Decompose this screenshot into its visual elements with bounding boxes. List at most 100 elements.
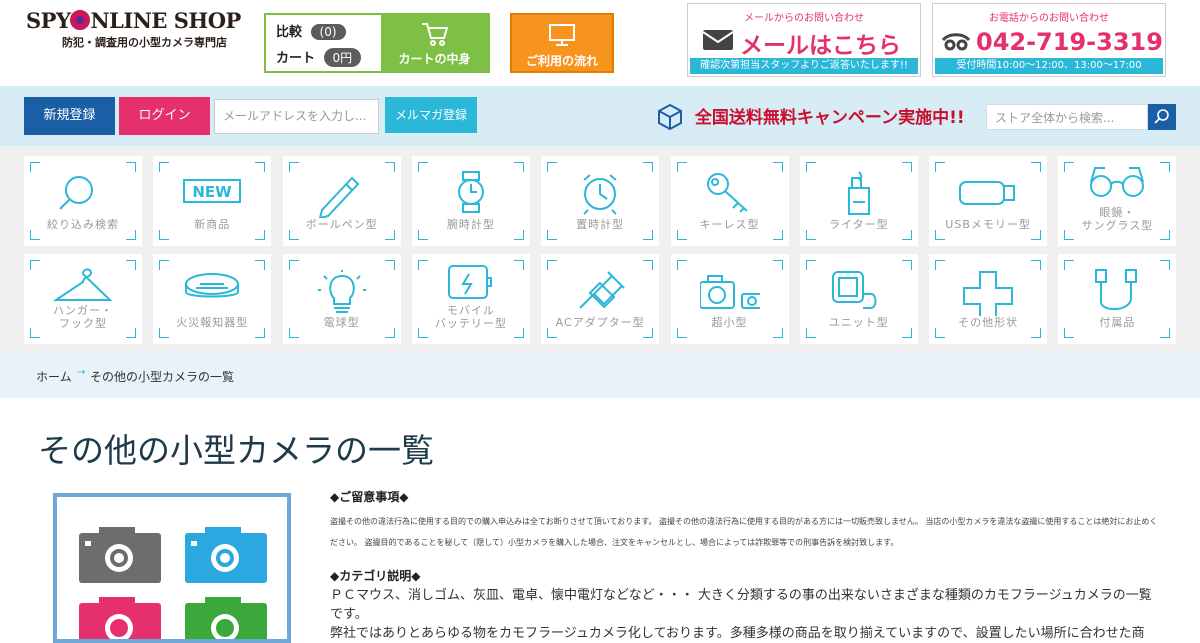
cart-icon xyxy=(421,23,448,46)
freedial-icon xyxy=(941,32,971,56)
usage-flow-button[interactable]: ご利用の流れ xyxy=(510,13,614,73)
login-button[interactable]: ログイン xyxy=(119,97,210,135)
corner-mark xyxy=(255,260,266,270)
category-label: ボールペン型 xyxy=(305,218,378,231)
newsletter-button[interactable]: メルマガ登録 xyxy=(385,97,477,133)
corner-mark xyxy=(772,230,783,240)
phone-contact-box[interactable]: お電話からのお問い合わせ 042-719-3319 受付時間10:00～12:0… xyxy=(932,3,1166,77)
category-tile[interactable]: その他形状 xyxy=(929,254,1048,344)
corner-mark xyxy=(288,328,299,338)
category-label: ACアダプター型 xyxy=(555,316,645,329)
category-label: ハンガー・ フック型 xyxy=(53,304,113,330)
mail-contact-note: 確認次第担当スタッフよりご返答いたします!! xyxy=(690,58,918,74)
store-search-input[interactable]: ストア全体から検索... xyxy=(986,104,1148,130)
corner-mark xyxy=(1031,162,1042,172)
category-tile[interactable]: NEW 新商品 xyxy=(153,156,272,246)
corner-mark xyxy=(676,230,687,240)
corner-mark xyxy=(417,260,428,270)
compare-cart-box: 比較 (0) カート 0円 カートの中身 xyxy=(264,13,490,73)
new-badge-icon: NEW xyxy=(183,179,242,203)
category-tile[interactable]: モバイル バッテリー型 xyxy=(411,254,530,344)
corner-mark xyxy=(1031,328,1042,338)
category-label: 付属品 xyxy=(1099,316,1136,329)
category-label: USBメモリー型 xyxy=(945,218,1031,231)
category-tile[interactable]: ハンガー・ フック型 xyxy=(24,254,142,344)
category-tile[interactable]: 腕時計型 xyxy=(411,156,530,246)
logo-tagline: 防犯・調査用の小型カメラ専門店 xyxy=(62,36,227,49)
category-tile[interactable]: 眼鏡・ サングラス型 xyxy=(1058,156,1177,246)
corner-mark xyxy=(159,162,170,172)
corner-mark xyxy=(159,328,170,338)
corner-mark xyxy=(159,230,170,240)
battery-icon xyxy=(447,265,492,299)
corner-mark xyxy=(1064,260,1075,270)
phone-hours: 受付時間10:00～12:00、13:00～17:00 xyxy=(935,58,1163,74)
corner-mark xyxy=(643,260,654,270)
category-tile[interactable]: 置時計型 xyxy=(541,156,660,246)
corner-mark xyxy=(384,230,395,240)
cart-button[interactable]: カートの中身 xyxy=(381,15,488,71)
category-tile[interactable]: USBメモリー型 xyxy=(929,156,1048,246)
category-tile[interactable]: ユニット型 xyxy=(799,254,918,344)
alarm-clock-icon xyxy=(583,174,617,215)
category-label: 腕時計型 xyxy=(446,218,495,231)
corner-mark xyxy=(772,162,783,172)
category-tile[interactable]: 電球型 xyxy=(282,254,401,344)
category-heading: ◆カテゴリ説明◆ xyxy=(330,569,421,583)
corner-mark xyxy=(126,230,136,240)
glasses-icon xyxy=(1090,167,1145,197)
free-shipping-campaign[interactable]: 全国送料無料キャンペーン実施中!! xyxy=(657,103,965,131)
search-button[interactable] xyxy=(1148,104,1176,130)
category-tile[interactable]: 絞り込み検索 xyxy=(24,156,142,246)
corner-mark xyxy=(547,162,558,172)
smoke-detector-icon xyxy=(185,273,240,298)
magnifier-icon xyxy=(59,176,93,210)
category-text-continued: 弊社ではありとあらゆる物をカモフラージュカメラ化しております。多種多様の商品を取… xyxy=(330,626,1145,641)
usb-icon xyxy=(959,181,1016,205)
corner-mark xyxy=(676,328,687,338)
category-tile[interactable]: 超小型 xyxy=(670,254,789,344)
category-label: ユニット型 xyxy=(828,316,889,329)
category-label: 眼鏡・ サングラス型 xyxy=(1081,206,1154,232)
category-tile[interactable]: ボールペン型 xyxy=(282,156,401,246)
corner-mark xyxy=(1064,162,1075,172)
corner-mark xyxy=(159,260,170,270)
category-tile[interactable]: ライター型 xyxy=(799,156,918,246)
corner-mark xyxy=(1031,230,1042,240)
phone-number: 042-719-3319 xyxy=(976,28,1163,56)
category-tile[interactable]: キーレス型 xyxy=(670,156,789,246)
site-header: SPY NLINE SHOP 防犯・調査用の小型カメラ専門店 比較 (0) カート… xyxy=(0,0,1200,86)
mail-contact-title: メールはこちら xyxy=(740,33,901,59)
corner-mark xyxy=(805,162,816,172)
breadcrumb-home[interactable]: ホーム xyxy=(36,368,72,385)
unit-icon xyxy=(831,271,877,309)
plug-icon xyxy=(579,271,625,309)
monitor-icon xyxy=(549,24,575,46)
corner-mark xyxy=(805,230,816,240)
bulb-icon xyxy=(317,270,366,313)
category-label: 絞り込み検索 xyxy=(47,218,119,231)
corner-mark xyxy=(384,328,395,338)
register-button[interactable]: 新規登録 xyxy=(24,97,115,135)
category-tile[interactable]: 火災報知器型 xyxy=(153,254,272,344)
category-label: モバイル バッテリー型 xyxy=(434,304,507,330)
corner-mark xyxy=(676,260,687,270)
category-tile[interactable]: 付属品 xyxy=(1058,254,1177,344)
corner-mark xyxy=(772,260,783,270)
corner-mark xyxy=(417,162,428,172)
corner-mark xyxy=(935,260,946,270)
mail-contact-box[interactable]: メールからのお問い合わせ メールはこちら 確認次第担当スタッフよりご返答いたしま… xyxy=(687,3,921,77)
corner-mark xyxy=(384,260,395,270)
compare-row[interactable]: 比較 (0) xyxy=(276,21,346,40)
account-nav-bar: 新規登録 ログイン メールアドレスを入力し... メルマガ登録 全国送料無料キャ… xyxy=(0,86,1200,146)
corner-mark xyxy=(901,328,912,338)
corner-mark xyxy=(901,230,912,240)
pen-icon xyxy=(318,176,359,218)
cart-row[interactable]: カート 0円 xyxy=(276,47,362,67)
category-label: 新商品 xyxy=(194,218,231,231)
shop-logo[interactable]: SPY NLINE SHOP 防犯・調査用の小型カメラ専門店 xyxy=(26,8,246,58)
category-label: その他形状 xyxy=(958,316,1019,329)
newsletter-email-input[interactable]: メールアドレスを入力し... xyxy=(214,99,379,134)
category-tile[interactable]: ACアダプター型 xyxy=(541,254,660,344)
corner-mark xyxy=(805,328,816,338)
